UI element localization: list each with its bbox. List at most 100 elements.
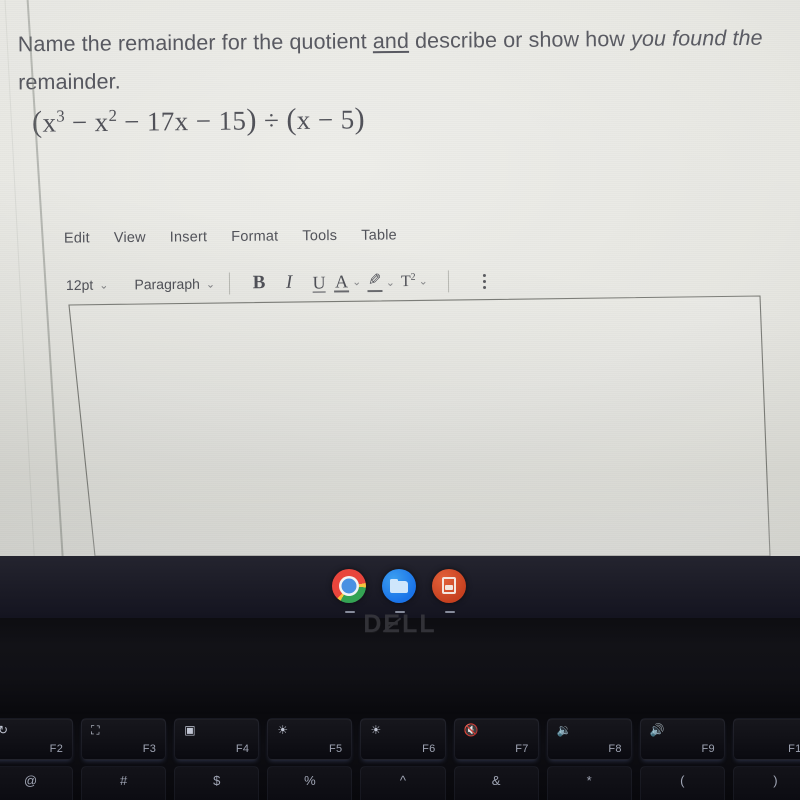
expr-open-paren-two: ( (286, 101, 297, 137)
key-f2[interactable]: ↻ F2 (0, 718, 74, 760)
key-symbol: ^ (399, 773, 407, 788)
menu-item-table[interactable]: Table (361, 227, 397, 243)
key-f8[interactable]: 🔉 F8 (546, 718, 632, 760)
kebab-dot (482, 279, 486, 283)
chevron-down-icon: ⌄ (352, 276, 362, 289)
mute-icon: 🔇 (463, 723, 479, 737)
number-key-row: @ # $ % ^ & * ( ) (0, 766, 800, 800)
chevron-down-icon: ⌄ (205, 278, 216, 291)
question-text-part-two: describe or show how (408, 26, 632, 53)
superscript-icon-exponent: 2 (410, 272, 416, 284)
superscript-icon-base: T (400, 273, 411, 291)
font-size-dropdown[interactable]: 12pt ⌄ (66, 277, 109, 293)
highlight-pen-icon: ✎ (367, 272, 383, 292)
key-label: F2 (49, 743, 64, 755)
key-f3[interactable]: ⛶ F3 (81, 718, 167, 760)
dell-logo-d: D (363, 610, 384, 638)
chromeos-shelf (0, 556, 800, 618)
toolbar-divider-two (447, 270, 449, 293)
volume-up-icon: 🔊 (649, 723, 665, 737)
brightness-down-icon: ☀ (277, 723, 289, 737)
question-italic-phrase: you found the (630, 25, 763, 51)
more-options-icon[interactable] (479, 269, 490, 292)
question-underlined-word: and (372, 28, 410, 54)
editor-menubar: Edit View Insert Format Tools Table (64, 227, 397, 246)
chevron-down-icon: ⌄ (99, 279, 109, 292)
expr-term-3: 17x (146, 106, 189, 137)
editor-body-textarea[interactable] (70, 306, 750, 556)
menu-item-tools[interactable]: Tools (302, 228, 337, 244)
key-f4[interactable]: ▣ F4 (174, 718, 260, 760)
key-f9[interactable]: 🔊 F9 (639, 718, 725, 760)
key-label: F4 (235, 743, 250, 755)
expr-term-1-exponent: 3 (56, 106, 65, 126)
expr-operator-1: − (64, 107, 95, 138)
paragraph-format-value: Paragraph (134, 275, 200, 293)
key-symbol: ) (773, 773, 778, 788)
key-symbol-percent[interactable]: % (267, 766, 353, 800)
dell-logo-e: E (383, 610, 403, 638)
question-text-part-one: Name the remainder for the quotient (17, 29, 373, 57)
key-label: F3 (142, 743, 157, 755)
menu-item-edit[interactable]: Edit (64, 230, 90, 246)
refresh-icon: ↻ (0, 723, 9, 737)
key-symbol-at[interactable]: @ (0, 766, 74, 800)
key-symbol: & (491, 773, 501, 788)
toolbar-divider (228, 272, 231, 295)
dell-logo-ll: LL (402, 610, 437, 638)
key-symbol-hash[interactable]: # (81, 766, 167, 800)
expr-close-paren: ) (246, 102, 257, 137)
bold-button[interactable]: B (244, 270, 274, 296)
key-symbol-paren-open[interactable]: ( (639, 766, 725, 800)
text-color-dropdown[interactable]: A ⌄ (333, 270, 362, 293)
expr-close-paren-two: ) (354, 101, 366, 136)
shelf-icon-row (0, 564, 800, 613)
key-symbol-caret[interactable]: ^ (360, 766, 446, 800)
key-symbol-ampersand[interactable]: & (453, 766, 539, 800)
brightness-up-icon: ☀ (370, 723, 382, 737)
function-key-row: ↻ F2 ⛶ F3 ▣ F4 ☀ F5 ☀ F6 🔇 F7 🔉 F8 🔊 F9 … (0, 718, 800, 764)
italic-button[interactable]: I (274, 270, 304, 296)
key-label: F6 (422, 743, 436, 755)
shelf-app-gallery[interactable] (432, 569, 468, 613)
key-symbol: # (120, 773, 128, 788)
key-symbol: % (304, 773, 316, 788)
superscript-icon: T2 (401, 272, 416, 291)
key-f6[interactable]: ☀ F6 (360, 718, 446, 760)
menu-item-view[interactable]: View (114, 230, 146, 246)
chrome-icon (332, 569, 366, 603)
gallery-document-icon (432, 569, 466, 603)
key-symbol-paren-close[interactable]: ) (732, 766, 800, 800)
expr-operator-3: − (188, 105, 219, 137)
shelf-app-files[interactable] (382, 569, 418, 613)
expr-divisor: x − 5 (296, 104, 355, 135)
shelf-app-chrome[interactable] (332, 569, 368, 613)
paragraph-format-dropdown[interactable]: Paragraph ⌄ (134, 276, 215, 293)
expr-term-2-exponent: 2 (108, 105, 118, 125)
expr-division-sign: ÷ (256, 105, 287, 136)
expr-term-2-base: x (94, 106, 109, 138)
key-symbol-asterisk[interactable]: * (546, 766, 632, 800)
expr-term-1-base: x (42, 107, 57, 138)
math-expression: (x3 − x2 − 17x − 15) ÷ (x − 5) (32, 101, 365, 139)
menu-item-insert[interactable]: Insert (170, 229, 208, 245)
key-symbol: * (586, 773, 592, 788)
highlight-color-dropdown[interactable]: ✎ ⌄ (367, 272, 395, 292)
menu-item-format[interactable]: Format (231, 229, 278, 245)
volume-down-icon: 🔉 (556, 723, 572, 737)
key-f10[interactable]: F10 (732, 718, 800, 760)
kebab-dot (482, 273, 486, 277)
expr-term-4: 15 (218, 105, 247, 136)
key-label: F7 (515, 743, 529, 755)
key-f7[interactable]: 🔇 F7 (453, 718, 539, 760)
superscript-dropdown[interactable]: T2 ⌄ (401, 272, 428, 292)
key-symbol: ( (680, 773, 685, 788)
text-color-icon: A (333, 270, 350, 293)
key-symbol: $ (213, 773, 221, 788)
editor-toolbar: 12pt ⌄ Paragraph ⌄ B I U A ⌄ ✎ ⌄ T2 ⌄ (66, 268, 490, 298)
underline-button[interactable]: U (304, 269, 334, 295)
key-symbol-dollar[interactable]: $ (174, 766, 260, 800)
key-label: F9 (701, 743, 715, 755)
key-f5[interactable]: ☀ F5 (267, 718, 353, 760)
key-label: F10 (788, 743, 800, 755)
